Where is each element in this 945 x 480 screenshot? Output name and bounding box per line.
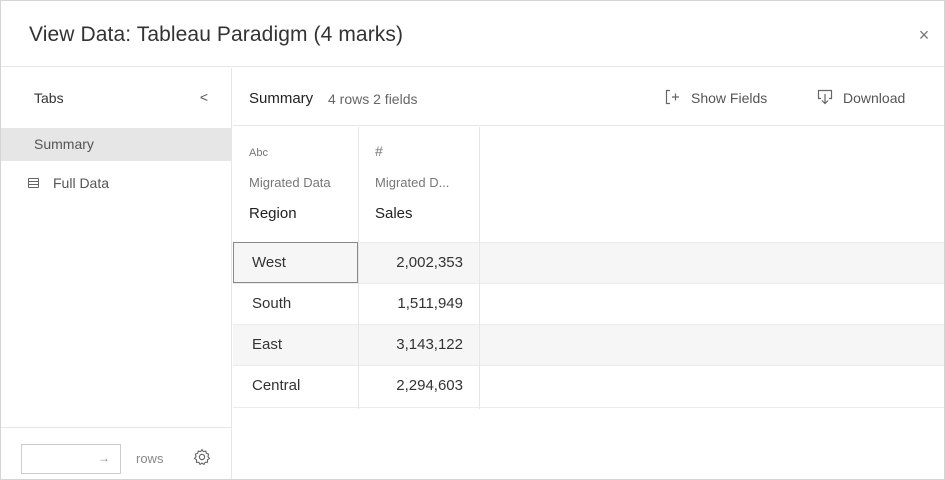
rows-count-input[interactable]: → bbox=[21, 444, 121, 474]
column-source: Migrated Data bbox=[249, 175, 331, 190]
table-cell-sales[interactable]: 3,143,122 bbox=[359, 324, 479, 365]
rows-label: rows bbox=[136, 451, 164, 466]
sidebar-title: Tabs bbox=[34, 90, 64, 106]
show-fields-button[interactable]: Show Fields bbox=[665, 84, 795, 112]
table-cell-region[interactable]: East bbox=[233, 324, 358, 365]
sidebar-item-label: Summary bbox=[34, 136, 94, 152]
table-cell-region[interactable]: Central bbox=[233, 365, 358, 406]
column-header-region[interactable]: Abc Migrated Data Region bbox=[233, 127, 358, 242]
download-label: Download bbox=[843, 90, 906, 106]
dialog-title: View Data: Tableau Paradigm (4 marks) bbox=[29, 23, 404, 46]
summary-title: Summary bbox=[249, 90, 314, 107]
column-source: Migrated D... bbox=[375, 175, 450, 190]
number-type-icon: # bbox=[375, 143, 383, 159]
sidebar-header: Tabs < bbox=[1, 68, 231, 126]
sidebar-item-label: Full Data bbox=[53, 175, 110, 191]
table-icon bbox=[28, 178, 39, 188]
main-panel: Summary 4 rows 2 fields Show Fields Down… bbox=[233, 68, 944, 479]
table-cell-sales[interactable]: 2,294,603 bbox=[359, 365, 479, 406]
show-fields-label: Show Fields bbox=[691, 90, 768, 106]
add-field-icon bbox=[665, 89, 679, 105]
table-cell-sales[interactable]: 2,002,353 bbox=[359, 242, 479, 283]
close-button[interactable]: × bbox=[914, 25, 934, 45]
column-name: Sales bbox=[375, 205, 413, 222]
column-name: Region bbox=[249, 205, 297, 222]
table-cell-region[interactable]: West bbox=[233, 242, 358, 283]
sidebar-item-full-data[interactable]: Full Data bbox=[1, 167, 231, 200]
gear-icon[interactable] bbox=[193, 448, 211, 466]
title-bar: View Data: Tableau Paradigm (4 marks) × bbox=[1, 1, 944, 67]
toolbar: Summary 4 rows 2 fields Show Fields Down… bbox=[233, 68, 944, 126]
download-icon bbox=[817, 89, 833, 105]
sidebar-item-summary[interactable]: Summary bbox=[1, 128, 231, 161]
arrow-right-icon: → bbox=[98, 451, 110, 465]
table-cell-sales[interactable]: 1,511,949 bbox=[359, 283, 479, 324]
row-divider bbox=[233, 407, 944, 408]
summary-meta: 4 rows 2 fields bbox=[328, 91, 418, 107]
view-data-dialog: View Data: Tableau Paradigm (4 marks) × … bbox=[0, 0, 945, 480]
sidebar-footer: → rows bbox=[1, 427, 231, 479]
collapse-sidebar-button[interactable]: < bbox=[197, 89, 211, 107]
column-header-sales[interactable]: # Migrated D... Sales bbox=[359, 127, 479, 242]
download-button[interactable]: Download bbox=[817, 84, 927, 112]
column-divider bbox=[479, 127, 480, 409]
table-cell-region[interactable]: South bbox=[233, 283, 358, 324]
string-type-icon: Abc bbox=[249, 147, 268, 159]
tabs-sidebar: Tabs < Summary Full Data → rows bbox=[1, 68, 232, 479]
